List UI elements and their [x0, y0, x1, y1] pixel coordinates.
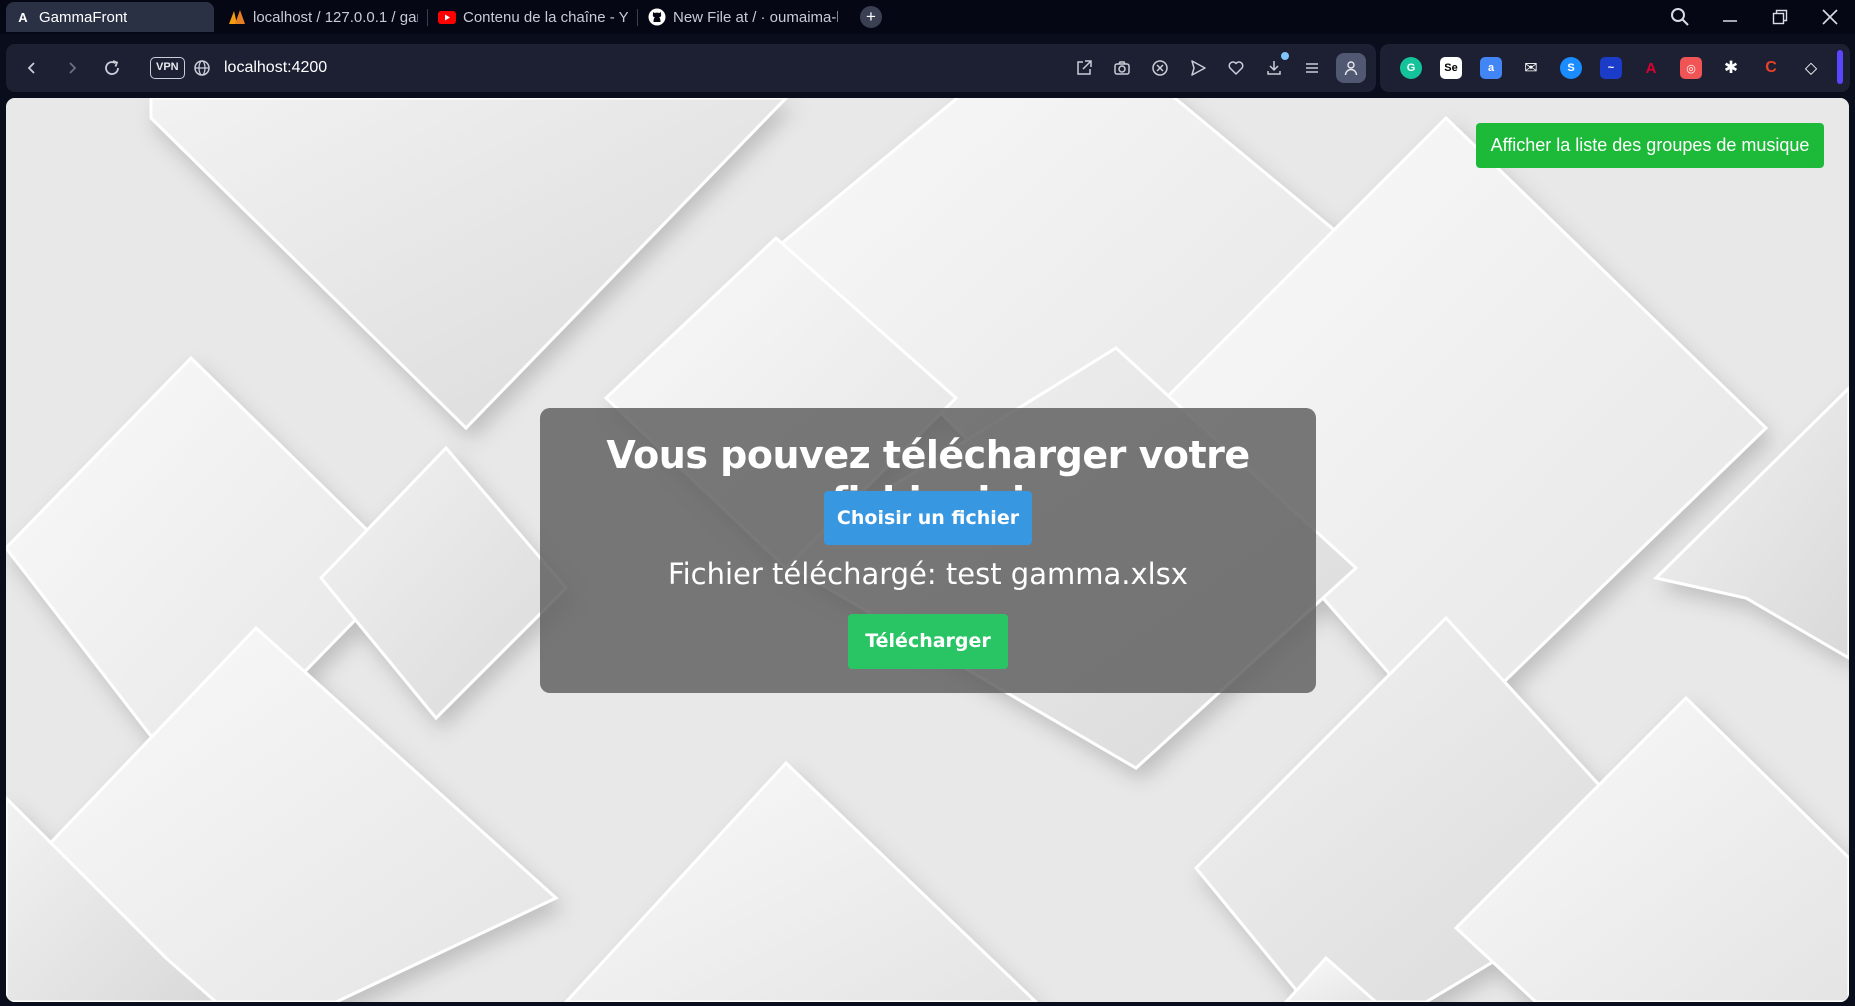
minimize-icon[interactable]	[1716, 3, 1744, 31]
grammarly-icon[interactable]: G	[1400, 57, 1422, 79]
angular-devtools-icon[interactable]: A	[1640, 57, 1662, 79]
translate-icon[interactable]: a	[1480, 57, 1502, 79]
bug-icon[interactable]: ✱	[1720, 57, 1742, 79]
ext-label: Se	[1444, 62, 1458, 74]
adblock-icon[interactable]	[1148, 56, 1172, 80]
tab-title: Contenu de la chaîne - Yo	[463, 8, 628, 26]
browser-tab-bar: A GammaFront localhost / 127.0.0.1 / gan…	[0, 0, 1855, 34]
vpn-badge[interactable]: VPN	[150, 57, 185, 79]
ext-label: ◇	[1804, 60, 1818, 77]
tab-title: New File at / · oumaima-k	[673, 8, 838, 26]
selenium-icon[interactable]: Se	[1440, 57, 1462, 79]
tab-separator	[427, 9, 428, 26]
github-icon	[648, 8, 666, 26]
extensions-bar: G Se a ✉ S ~ A ◎ ✱ C ◇	[1380, 44, 1850, 92]
upload-button[interactable]: Télécharger	[848, 614, 1008, 669]
upload-card: Vous pouvez télécharger votre fichier ic…	[540, 408, 1316, 693]
new-tab-button[interactable]: +	[860, 6, 882, 28]
ext-label: C	[1765, 59, 1777, 76]
camera-icon[interactable]	[1110, 56, 1134, 80]
forward-icon[interactable]	[60, 56, 84, 80]
tab-youtube[interactable]: Contenu de la chaîne - Yo	[430, 2, 636, 32]
tab-github[interactable]: New File at / · oumaima-k	[640, 2, 846, 32]
phpmyadmin-icon	[228, 8, 246, 26]
reload-icon[interactable]	[100, 56, 124, 80]
ext-label: ◎	[1686, 62, 1696, 75]
mail-icon[interactable]: ✉	[1520, 57, 1542, 79]
ext-label: S	[1567, 62, 1575, 74]
search-icon[interactable]	[1666, 3, 1694, 31]
ext-label: a	[1487, 62, 1495, 74]
user-icon	[1344, 61, 1358, 76]
ext-label: ~	[1607, 62, 1615, 74]
show-music-groups-button[interactable]: Afficher la liste des groupes de musique	[1476, 123, 1824, 168]
page-viewport: Afficher la liste des groupes de musique…	[6, 98, 1849, 1002]
cookie-icon[interactable]: C	[1760, 57, 1782, 79]
close-icon[interactable]	[1816, 3, 1844, 31]
send-icon[interactable]	[1186, 56, 1210, 80]
youtube-icon	[438, 8, 456, 26]
back-icon[interactable]	[20, 56, 44, 80]
shazam-icon[interactable]: S	[1560, 57, 1582, 79]
tab-separator	[637, 9, 638, 26]
ext-label: ✉	[1524, 60, 1538, 77]
menu-icon[interactable]	[1300, 56, 1324, 80]
heart-icon[interactable]	[1224, 56, 1248, 80]
download-badge	[1281, 52, 1289, 60]
ext-label: A	[1645, 59, 1657, 77]
tab-title: localhost / 127.0.0.1 / gan	[253, 8, 418, 26]
restore-icon[interactable]	[1766, 3, 1794, 31]
globe-icon[interactable]	[190, 56, 214, 80]
ext-label: ✱	[1723, 58, 1739, 77]
angular-icon: A	[18, 9, 28, 25]
target-icon[interactable]: ◎	[1680, 57, 1702, 79]
url-field[interactable]: localhost:4200	[224, 57, 327, 79]
uploaded-file-status: Fichier téléchargé: test gamma.xlsx	[668, 557, 1188, 591]
tab-phpmyadmin[interactable]: localhost / 127.0.0.1 / gan	[220, 2, 426, 32]
tab-gammafront[interactable]: A GammaFront	[6, 2, 214, 32]
address-toolbar: VPN localhost:4200	[6, 44, 1376, 92]
sidebar-toggle[interactable]	[1837, 50, 1843, 84]
share-icon[interactable]	[1072, 56, 1096, 80]
choose-file-button[interactable]: Choisir un fichier	[824, 491, 1032, 545]
cube-icon[interactable]: ◇	[1800, 57, 1822, 79]
tab-title: GammaFront	[39, 8, 128, 26]
ext-label: G	[1406, 62, 1416, 74]
wave-icon[interactable]: ~	[1600, 57, 1622, 79]
profile-button[interactable]	[1336, 53, 1366, 83]
